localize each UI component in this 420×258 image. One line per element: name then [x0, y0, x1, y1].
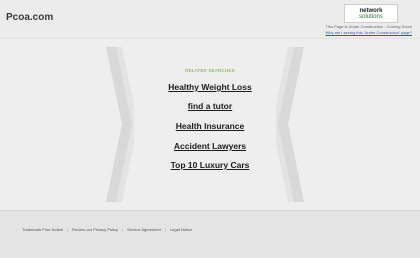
related-link-find-a-tutor[interactable]: find a tutor — [0, 101, 420, 111]
footer: Trademark Free Notice | Review our Priva… — [0, 210, 420, 258]
related-searches-label: RELATED SEARCHES — [185, 68, 235, 73]
footer-separator: | — [66, 227, 69, 232]
footer-separator: | — [164, 227, 166, 232]
logo-line-2: solutions — [359, 13, 383, 20]
footer-link-trademark[interactable]: Trademark Free Notice — [22, 227, 63, 232]
footer-separator: | — [122, 227, 124, 232]
under-construction-link[interactable]: Why am I seeing this 'Under Construction… — [326, 30, 412, 35]
related-link-top-10-luxury-cars[interactable]: Top 10 Luxury Cars — [0, 160, 420, 170]
under-construction-note: This Page is Under Construction - Coming… — [325, 24, 412, 29]
header: Pcoa.com network solutions This Page is … — [0, 0, 420, 39]
network-solutions-logo[interactable]: network solutions — [344, 4, 398, 23]
related-link-healthy-weight-loss[interactable]: Healthy Weight Loss — [0, 82, 420, 92]
site-title[interactable]: Pcoa.com — [6, 12, 53, 23]
footer-link-privacy[interactable]: Review our Privacy Policy — [72, 227, 118, 232]
related-link-health-insurance[interactable]: Health Insurance — [0, 121, 420, 131]
footer-link-legal-notice[interactable]: Legal Notice — [170, 227, 192, 232]
footer-links: Trademark Free Notice | Review our Priva… — [22, 227, 192, 232]
related-link-accident-lawyers[interactable]: Accident Lawyers — [0, 141, 420, 151]
footer-link-service-agreement[interactable]: Service Agreement — [127, 227, 161, 232]
